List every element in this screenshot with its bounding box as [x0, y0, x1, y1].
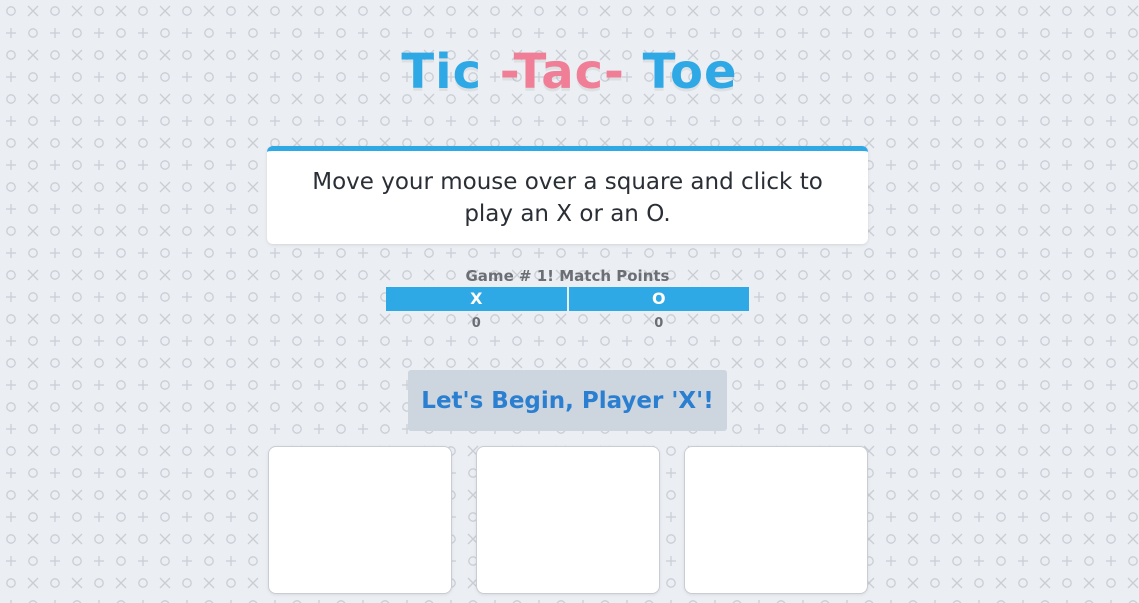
- player-o-points: 0: [654, 316, 664, 331]
- title-tic: Tic: [401, 44, 500, 100]
- instructions-card: Move your mouse over a square and click …: [267, 146, 868, 244]
- board-cell-3[interactable]: [684, 446, 868, 594]
- title-toe: Toe: [624, 44, 738, 100]
- player-x-points: 0: [471, 316, 481, 331]
- scoreboard-heading: Game # 1! Match Points: [465, 267, 670, 285]
- scoreboard: Game # 1! Match Points X O 0 0: [386, 265, 749, 337]
- scoreboard-header-row: X O: [386, 287, 749, 311]
- game-title: Tic -Tac- Toe: [0, 44, 1139, 100]
- board-cell-2[interactable]: [476, 446, 660, 594]
- player-o-header: O: [568, 287, 749, 311]
- title-tac: -Tac-: [499, 44, 625, 100]
- scoreboard-value-row: 0 0: [386, 311, 749, 337]
- player-x-header: X: [386, 287, 567, 311]
- turn-status: Let's Begin, Player 'X'!: [408, 370, 727, 431]
- board-cell-1[interactable]: [268, 446, 452, 594]
